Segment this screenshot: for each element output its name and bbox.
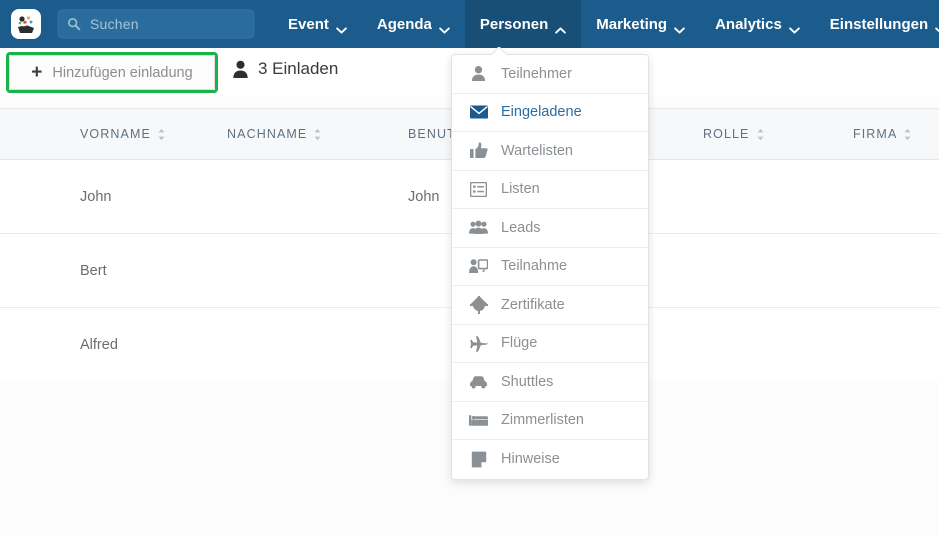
menu-item-fluege-label: Flüge: [501, 335, 538, 352]
menu-item-fluege[interactable]: Flüge: [452, 325, 648, 363]
nav-item-einstellungen-label: Einstellungen: [829, 15, 929, 33]
chevron-down-icon: [935, 21, 939, 32]
person-icon: [469, 64, 488, 83]
column-header-vorname[interactable]: VORNAME: [80, 127, 165, 141]
nav-item-einstellungen[interactable]: Einstellungen: [815, 0, 939, 48]
add-invitation-highlight: + Hinzufügen einladung: [6, 52, 218, 93]
list-icon: [469, 180, 488, 199]
menu-item-eingeladene[interactable]: Eingeladene: [452, 94, 648, 132]
sort-icon: [314, 128, 321, 141]
cell-nachname: John: [408, 188, 440, 205]
logo-glyph: [18, 16, 34, 33]
menu-item-leads-label: Leads: [501, 219, 541, 236]
sort-icon: [757, 128, 764, 141]
menu-item-zimmerlisten[interactable]: Zimmerlisten: [452, 402, 648, 440]
menu-item-listen-label: Listen: [501, 181, 540, 198]
plus-icon: +: [31, 62, 43, 83]
column-header-nachname[interactable]: NACHNAME: [227, 127, 321, 141]
menu-item-shuttles-label: Shuttles: [501, 373, 554, 390]
nav-item-event[interactable]: Event: [273, 0, 362, 48]
search-icon: [67, 17, 81, 31]
chevron-up-icon: [555, 21, 567, 34]
chevron-down-icon: [439, 21, 450, 34]
sort-icon: [158, 128, 165, 141]
chevron-down-icon: [789, 21, 800, 34]
menu-item-zimmerlisten-label: Zimmerlisten: [501, 412, 584, 429]
app-window: Suchen Event Agenda Personen Marketing A…: [0, 0, 939, 536]
menu-item-leads[interactable]: Leads: [452, 209, 648, 248]
menu-item-wartelisten[interactable]: Wartelisten: [452, 132, 648, 171]
column-header-rolle[interactable]: ROLLE: [703, 127, 764, 141]
top-navigation-bar: Suchen Event Agenda Personen Marketing A…: [0, 0, 939, 48]
sort-icon: [904, 128, 911, 141]
menu-item-zertifikate[interactable]: Zertifikate: [452, 286, 648, 325]
personen-dropdown-menu: Teilnehmer Eingeladene Wartelisten Liste…: [451, 54, 649, 480]
menu-item-hinweise[interactable]: Hinweise: [452, 440, 648, 479]
cell-vorname: Alfred: [80, 336, 118, 353]
note-icon: [469, 450, 488, 469]
column-header-nachname-label: NACHNAME: [227, 127, 308, 141]
certificate-icon: [469, 295, 488, 314]
event-app-logo[interactable]: [11, 9, 41, 39]
menu-item-hinweise-label: Hinweise: [501, 451, 560, 468]
envelope-icon: [469, 103, 488, 122]
nav-item-analytics-label: Analytics: [715, 15, 782, 33]
column-header-firma-label: FIRMA: [853, 127, 898, 141]
column-header-firma[interactable]: FIRMA: [853, 127, 911, 141]
thumbs-up-icon: [469, 141, 488, 160]
dropdown-arrow: [491, 47, 507, 55]
search-input[interactable]: Suchen: [57, 9, 255, 39]
menu-item-wartelisten-label: Wartelisten: [501, 142, 573, 159]
main-nav: Event Agenda Personen Marketing Analytic…: [273, 0, 939, 48]
person-icon: [232, 60, 249, 79]
menu-item-teilnahme-label: Teilnahme: [501, 258, 568, 275]
cell-vorname: Bert: [80, 262, 107, 279]
nav-item-agenda[interactable]: Agenda: [362, 0, 465, 48]
invited-count: 3 Einladen: [232, 59, 338, 79]
add-invitation-button[interactable]: + Hinzufügen einladung: [9, 55, 215, 90]
search-placeholder: Suchen: [90, 16, 139, 32]
nav-item-analytics[interactable]: Analytics: [700, 0, 815, 48]
nav-item-marketing-label: Marketing: [596, 15, 668, 33]
column-header-vorname-label: VORNAME: [80, 127, 151, 141]
cell-vorname: John: [80, 188, 112, 205]
nav-item-personen-label: Personen: [479, 15, 549, 33]
add-invitation-label: Hinzufügen einladung: [52, 64, 193, 81]
chevron-down-icon: [674, 21, 685, 34]
invited-count-label: 3 Einladen: [258, 59, 339, 78]
menu-item-teilnahme[interactable]: Teilnahme: [452, 248, 648, 286]
menu-item-teilnehmer[interactable]: Teilnehmer: [452, 55, 648, 94]
nav-item-event-label: Event: [288, 15, 329, 33]
presentation-icon: [469, 257, 488, 276]
menu-item-listen[interactable]: Listen: [452, 171, 648, 209]
chevron-down-icon: [336, 21, 347, 34]
nav-item-agenda-label: Agenda: [376, 15, 432, 33]
column-header-rolle-label: ROLLE: [703, 127, 750, 141]
nav-item-personen[interactable]: Personen: [464, 0, 582, 48]
menu-item-eingeladene-label: Eingeladene: [501, 104, 582, 121]
plane-icon: [469, 334, 488, 353]
group-icon: [469, 218, 488, 237]
bed-icon: [469, 411, 488, 430]
menu-item-zertifikate-label: Zertifikate: [501, 296, 565, 313]
car-icon: [469, 372, 488, 391]
menu-item-teilnehmer-label: Teilnehmer: [501, 65, 572, 82]
nav-item-marketing[interactable]: Marketing: [581, 0, 700, 48]
menu-item-shuttles[interactable]: Shuttles: [452, 363, 648, 402]
